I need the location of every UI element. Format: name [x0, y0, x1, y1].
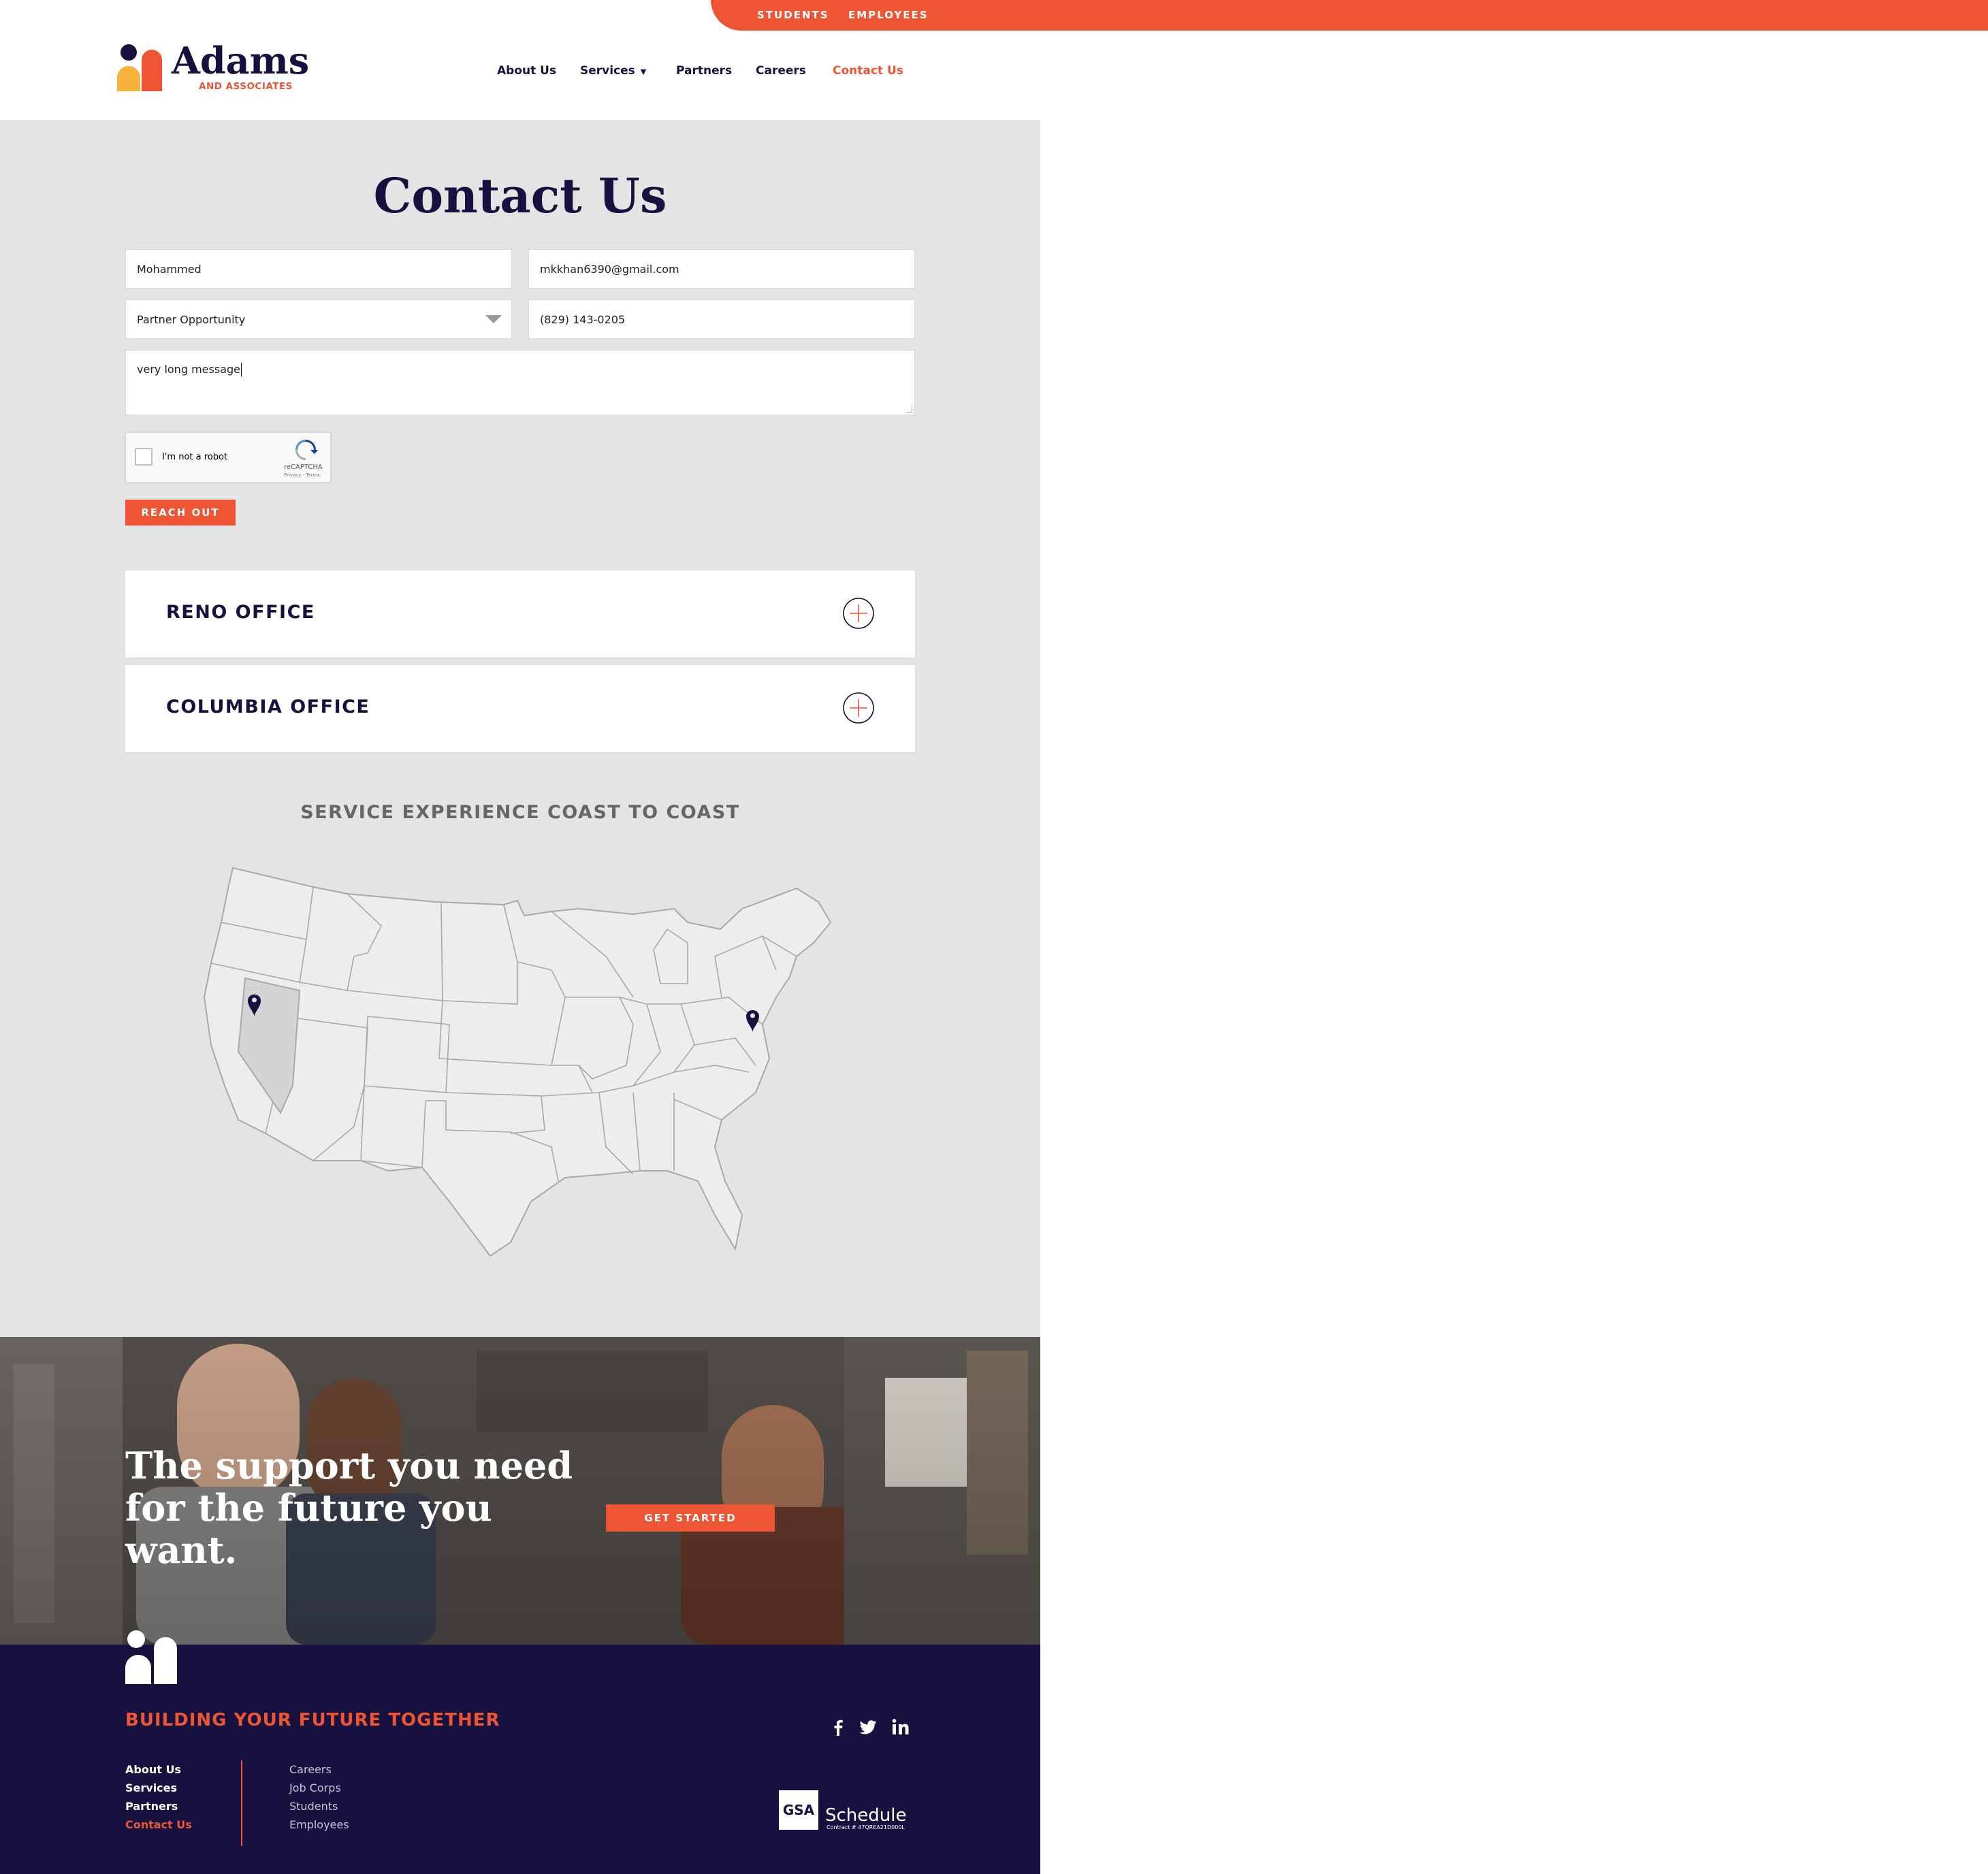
phone-value: (829) 143-0205 [540, 312, 626, 326]
banner-line-2: for the future you want. [125, 1486, 492, 1572]
footer-link-contact[interactable]: Contact Us [125, 1818, 192, 1831]
nav-careers-label: Careers [756, 64, 806, 78]
footer-link-job-corps[interactable]: Job Corps [289, 1781, 341, 1794]
recaptcha-logo-icon [295, 440, 318, 460]
gsa-logo: GSA [779, 1790, 818, 1830]
gsa-schedule-badge: GSA Schedule Contract # 47QREA21D000L [779, 1790, 915, 1832]
linkedin-icon[interactable] [892, 1718, 910, 1736]
reason-value: Partner Opportunity [137, 312, 246, 326]
page: STUDENTS EMPLOYEES Adams AND ASSOCIATES … [0, 0, 1988, 1874]
utility-link-employees[interactable]: EMPLOYEES [848, 9, 929, 21]
recaptcha-checkbox[interactable] [135, 448, 153, 466]
page-title: Contact Us [373, 167, 667, 224]
banner-headline: The support you need for the future you … [125, 1444, 615, 1571]
utility-link-students[interactable]: STUDENTS [757, 9, 829, 21]
phone-field[interactable]: (829) 143-0205 [528, 300, 915, 339]
nav-careers[interactable]: Careers [756, 64, 806, 78]
nav-contact[interactable]: Contact Us [833, 64, 903, 78]
name-field[interactable]: Mohammed [125, 249, 512, 289]
caret-down-icon: ▼ [640, 67, 647, 76]
nav-services-label: Services [580, 64, 635, 78]
nav-services[interactable]: Services ▼ [580, 64, 646, 78]
email-value: mkkhan6390@gmail.com [540, 262, 679, 276]
nav-partners[interactable]: Partners [676, 64, 732, 78]
resize-handle-icon[interactable] [906, 406, 912, 413]
plus-circle-icon[interactable] [843, 598, 874, 629]
footer-link-services[interactable]: Services [125, 1781, 177, 1794]
map-heading: SERVICE EXPERIENCE COAST TO COAST [300, 802, 740, 823]
footer-link-about[interactable]: About Us [125, 1763, 181, 1776]
message-value: very long message [137, 363, 240, 376]
gsa-schedule-label: Schedule [825, 1805, 907, 1826]
accordion-title: COLUMBIA OFFICE [166, 696, 370, 717]
nav-about-label: About Us [497, 64, 557, 78]
recaptcha-widget: I'm not a robot reCAPTCHA Privacy - Term… [125, 432, 331, 483]
nav-contact-label: Contact Us [833, 64, 903, 78]
recaptcha-terms[interactable]: Privacy - Terms [284, 472, 320, 478]
reason-select[interactable]: Partner Opportunity [125, 300, 512, 339]
cta-banner: The support you need for the future you … [0, 1337, 1040, 1645]
message-textarea[interactable]: very long message [125, 350, 915, 415]
us-map [204, 867, 831, 1257]
logo-subtitle: AND ASSOCIATES [199, 81, 293, 92]
footer-link-partners[interactable]: Partners [125, 1800, 178, 1813]
footer-link-employees[interactable]: Employees [289, 1818, 349, 1831]
recaptcha-label: I'm not a robot [162, 452, 228, 462]
text-cursor [240, 363, 242, 376]
plus-circle-icon[interactable] [843, 692, 874, 724]
accordion-title: RENO OFFICE [166, 602, 315, 623]
accordion-reno-office[interactable]: RENO OFFICE [125, 570, 915, 658]
email-field[interactable]: mkkhan6390@gmail.com [528, 249, 915, 289]
us-outline [204, 867, 831, 1257]
gsa-contract-number: Contract # 47QREA21D000L [827, 1824, 905, 1830]
get-started-button[interactable]: GET STARTED [606, 1504, 775, 1532]
logo-mark-icon[interactable] [117, 44, 162, 91]
footer-link-students[interactable]: Students [289, 1800, 338, 1813]
footer-link-careers[interactable]: Careers [289, 1763, 332, 1776]
footer-divider [241, 1760, 242, 1846]
twitter-icon[interactable] [859, 1718, 877, 1736]
footer-logo-icon[interactable] [125, 1630, 177, 1684]
utility-bar: STUDENTS EMPLOYEES [711, 0, 1988, 31]
accordion-columbia-office[interactable]: COLUMBIA OFFICE [125, 665, 915, 752]
footer-tagline: BUILDING YOUR FUTURE TOGETHER [125, 1710, 500, 1730]
chevron-down-icon [485, 315, 502, 323]
recaptcha-brand: reCAPTCHA [284, 464, 323, 471]
facebook-icon[interactable] [829, 1718, 847, 1736]
logo-wordmark[interactable]: Adams [172, 42, 309, 79]
nav-about[interactable]: About Us [497, 64, 556, 78]
reach-out-button[interactable]: REACH OUT [125, 500, 236, 526]
nav-partners-label: Partners [676, 64, 733, 78]
name-value: Mohammed [137, 262, 202, 276]
banner-line-1: The support you need [125, 1444, 573, 1487]
